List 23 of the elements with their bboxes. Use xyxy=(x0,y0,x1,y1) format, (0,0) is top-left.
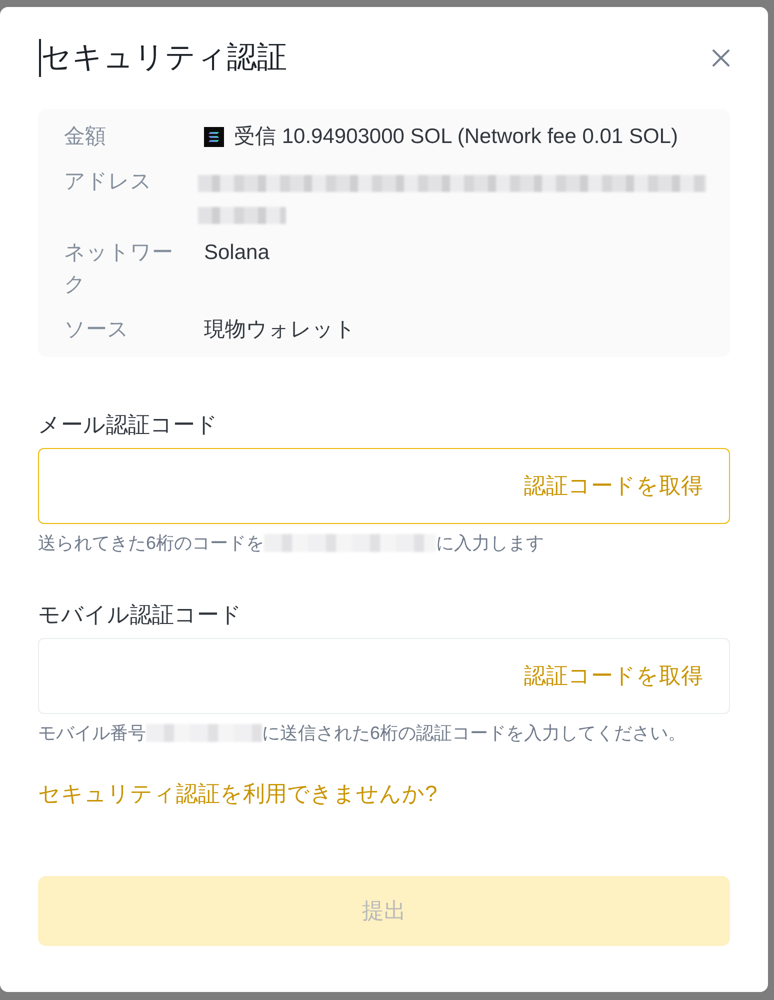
field-label: メール認証コード xyxy=(38,411,219,439)
get-code-button[interactable]: 認証コードを取得 xyxy=(524,661,703,691)
summary-value: 現物ウォレット xyxy=(204,317,357,343)
hint-text: に送信された6桁の認証コードを入力してください。 xyxy=(262,722,686,744)
dialog-title: セキュリティ認証 xyxy=(41,40,287,76)
hint-text: モバイル番号 xyxy=(38,722,146,744)
summary-label: ソース xyxy=(64,317,130,343)
close-icon xyxy=(712,49,730,67)
summary-value: Solana xyxy=(204,240,270,266)
summary-label: ネットワーク xyxy=(64,240,174,298)
get-code-button[interactable]: 認証コードを取得 xyxy=(524,471,703,501)
summary-label: 金額 xyxy=(64,124,107,150)
code-input-field[interactable]: 認証コードを取得 xyxy=(38,448,730,524)
hint-text: 送られてきた6桁のコードを xyxy=(38,532,264,554)
text-cursor-icon xyxy=(39,39,41,77)
coin-logo-icon xyxy=(204,127,224,147)
hint-text: に入力します xyxy=(436,532,544,554)
amount-value: 受信 10.94903000 SOL (Network fee 0.01 SOL) xyxy=(234,124,678,150)
field-label: モバイル認証コード xyxy=(38,601,243,629)
code-input-field[interactable]: 認証コードを取得 xyxy=(38,638,730,714)
help-link[interactable]: セキュリティ認証を利用できませんか? xyxy=(38,779,438,809)
summary-label: アドレス xyxy=(64,169,153,195)
close-button[interactable] xyxy=(712,49,730,67)
